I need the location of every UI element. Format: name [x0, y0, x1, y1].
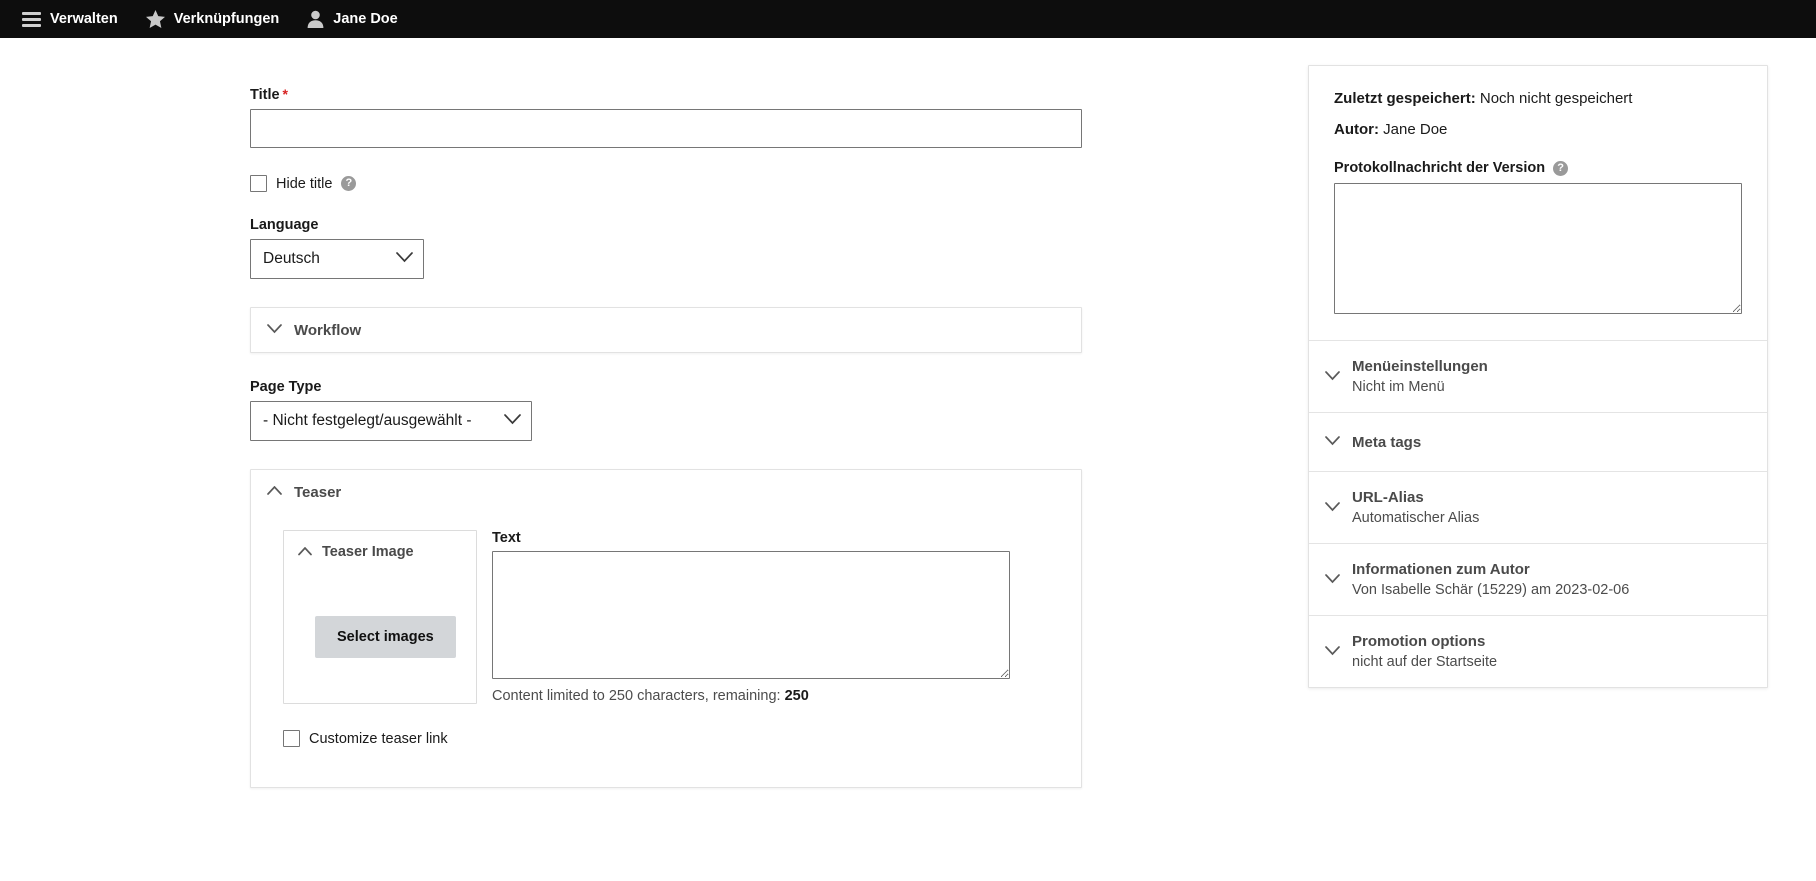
toolbar-item-verwalten-label: Verwalten: [50, 11, 118, 27]
language-select-value: Deutsch: [263, 250, 320, 267]
sidebar-section-promotion-options[interactable]: Promotion options nicht auf der Startsei…: [1309, 615, 1767, 687]
language-select[interactable]: Deutsch: [250, 239, 424, 279]
hamburger-icon: [22, 11, 41, 27]
sidebar-section-title: Informationen zum Autor: [1352, 561, 1530, 578]
panel-workflow-title: Workflow: [294, 321, 362, 339]
sidebar-section-meta-tags[interactable]: Meta tags: [1309, 412, 1767, 471]
customize-teaser-link-label: Customize teaser link: [309, 730, 448, 747]
page-type-select-value: - Nicht festgelegt/ausgewählt -: [263, 412, 472, 429]
toolbar-item-user-label: Jane Doe: [333, 11, 398, 27]
panel-workflow[interactable]: Workflow: [250, 307, 1082, 353]
admin-toolbar: Verwalten Verknüpfungen Jane Doe: [0, 0, 1816, 38]
chevron-down-icon: [1325, 368, 1340, 386]
field-hide-title: Hide title ?: [250, 175, 1082, 192]
panel-teaser-image: Teaser Image Select images: [283, 530, 477, 704]
page-type-select[interactable]: - Nicht festgelegt/ausgewählt -: [250, 401, 532, 441]
sidebar-section-summary: Automatischer Alias: [1352, 510, 1480, 526]
chevron-down-icon: [1325, 643, 1340, 661]
chevron-down-icon: [504, 412, 521, 430]
toolbar-item-verknuepfungen[interactable]: Verknüpfungen: [132, 0, 294, 38]
chevron-down-icon: [267, 321, 282, 339]
sidebar-section-summary: nicht auf der Startseite: [1352, 654, 1498, 670]
sidebar-section-summary: Von Isabelle Schär (15229) am 2023-02-06: [1352, 582, 1630, 598]
toolbar-item-verknuepfungen-label: Verknüpfungen: [173, 11, 280, 27]
toolbar-item-user[interactable]: Jane Doe: [293, 0, 411, 38]
hide-title-label: Hide title: [276, 175, 333, 192]
node-edit-form: Title * Hide title ? Language Deutsch Wo…: [250, 38, 1082, 788]
sidebar-section-summary: Nicht im Menü: [1352, 379, 1445, 395]
sidebar-section-informationen-zum-autor[interactable]: Informationen zum Autor Von Isabelle Sch…: [1309, 543, 1767, 615]
meta-summary: Zuletzt gespeichert: Noch nicht gespeich…: [1309, 66, 1767, 340]
chevron-down-icon: [396, 250, 413, 268]
char-remaining-count: 250: [784, 688, 809, 704]
field-customize-teaser-link: Customize teaser link: [283, 730, 1081, 747]
help-icon[interactable]: ?: [1553, 160, 1569, 176]
language-label: Language: [250, 217, 319, 233]
chevron-up-icon: [267, 483, 282, 501]
panel-teaser-image-title: Teaser Image: [322, 544, 414, 560]
sidebar-section-title: Promotion options: [1352, 633, 1486, 650]
author-value: Jane Doe: [1383, 121, 1448, 138]
chevron-down-icon: [1325, 571, 1340, 589]
sidebar-section-title: Menüeinstellungen: [1352, 358, 1488, 375]
teaser-text-label: Text: [492, 530, 521, 546]
field-page-type: Page Type - Nicht festgelegt/ausgewählt …: [250, 379, 1082, 441]
teaser-body: Teaser Image Select images Text Content …: [251, 514, 1081, 704]
author-label: Autor:: [1334, 121, 1379, 138]
field-title: Title *: [250, 86, 1082, 148]
panel-teaser: Teaser Teaser Image Select images Text C…: [250, 469, 1082, 788]
page-type-label: Page Type: [250, 379, 322, 395]
sidebar-section-title: Meta tags: [1352, 433, 1422, 451]
sidebar-section-url-alias[interactable]: URL-Alias Automatischer Alias: [1309, 471, 1767, 543]
star-icon: [145, 10, 165, 28]
help-icon[interactable]: ?: [341, 176, 357, 191]
revision-log-label: Protokollnachricht der Version: [1334, 160, 1546, 176]
customize-teaser-link-checkbox[interactable]: [283, 730, 300, 747]
sidebar-section-menueinstellungen[interactable]: Menüeinstellungen Nicht im Menü: [1309, 340, 1767, 412]
page-body: Title * Hide title ? Language Deutsch Wo…: [0, 38, 1816, 881]
last-saved-value: Noch nicht gespeichert: [1479, 90, 1633, 107]
last-saved-label: Zuletzt gespeichert:: [1334, 90, 1476, 107]
chevron-down-icon: [1325, 433, 1340, 451]
last-saved-line: Zuletzt gespeichert: Noch nicht gespeich…: [1334, 90, 1742, 107]
select-images-button[interactable]: Select images: [315, 616, 456, 658]
chevron-up-icon: [298, 543, 312, 561]
toolbar-item-verwalten[interactable]: Verwalten: [8, 0, 132, 38]
chevron-down-icon: [1325, 499, 1340, 517]
panel-workflow-header[interactable]: Workflow: [251, 308, 1081, 352]
revision-log-label-row: Protokollnachricht der Version ?: [1334, 160, 1742, 176]
title-label: Title *: [250, 86, 288, 103]
panel-teaser-header[interactable]: Teaser: [251, 470, 1081, 514]
teaser-text-char-counter: Content limited to 250 characters, remai…: [492, 688, 809, 704]
panel-teaser-image-header[interactable]: Teaser Image: [284, 531, 476, 573]
user-icon: [307, 10, 324, 28]
hide-title-checkbox[interactable]: [250, 175, 267, 192]
author-line: Autor: Jane Doe: [1334, 121, 1742, 138]
title-input[interactable]: [250, 109, 1082, 148]
teaser-text-textarea[interactable]: [492, 551, 1010, 679]
revision-log-textarea[interactable]: [1334, 183, 1742, 314]
panel-teaser-title: Teaser: [294, 483, 342, 501]
field-language: Language Deutsch: [250, 217, 1082, 279]
node-meta-sidebar: Zuletzt gespeichert: Noch nicht gespeich…: [1308, 65, 1768, 688]
field-teaser-text: Text Content limited to 250 characters, …: [492, 530, 1010, 704]
sidebar-section-title: URL-Alias: [1352, 489, 1424, 506]
required-marker: *: [282, 86, 288, 102]
